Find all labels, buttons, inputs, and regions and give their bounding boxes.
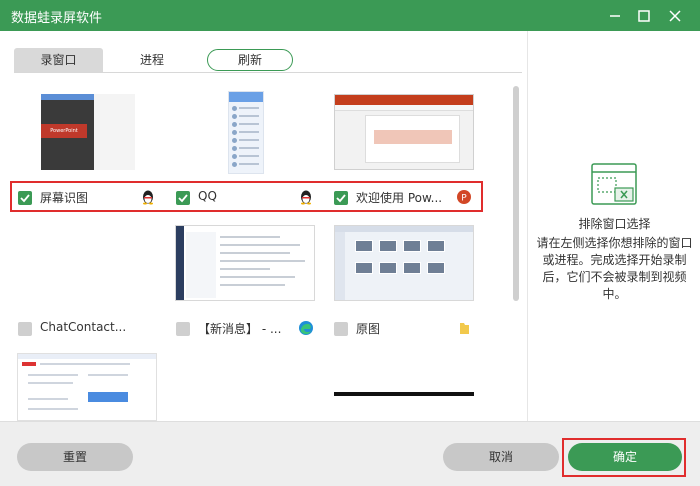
thumbnail-tile: [355, 240, 373, 252]
thumbnail-row: [232, 138, 262, 143]
thumbnail-tile: [403, 262, 421, 274]
refresh-button[interactable]: 刷新: [207, 49, 293, 71]
window-thumbnail-new-message[interactable]: [175, 225, 315, 301]
thumbnail-row: [232, 146, 262, 151]
thumbnail-row: [232, 162, 262, 167]
exclude-window-icon: [591, 163, 637, 205]
minimize-icon: [610, 14, 620, 17]
window-item-screen-recognition[interactable]: 屏幕识图: [18, 186, 158, 210]
thumbnail-list: [186, 232, 216, 298]
thumbnail-body: [220, 232, 310, 298]
window-item-label: 屏幕识图: [40, 191, 89, 205]
window-thumbnail-screen-recognition[interactable]: PowerPoint: [41, 94, 135, 170]
check-icon: [178, 194, 188, 203]
scrollbar-thumb[interactable]: [513, 86, 519, 301]
checkbox-unchecked[interactable]: [18, 322, 32, 336]
thumbnail-row: [232, 154, 262, 159]
app-window: 数据蛙录屏软件 录窗口 进程 刷新 PowerPoint 屏幕识图 QQ 欢迎使…: [0, 0, 700, 486]
thumbnail-slide: [365, 115, 460, 163]
thumbnail-tile: [427, 262, 445, 274]
checkbox-unchecked[interactable]: [334, 322, 348, 336]
cancel-button[interactable]: 取消: [443, 443, 559, 471]
edge-icon: [299, 321, 313, 335]
window-title: 数据蛙录屏软件: [11, 11, 103, 26]
ok-button[interactable]: 确定: [568, 443, 682, 471]
window-item-new-message[interactable]: 【新消息】 - ...: [176, 317, 316, 341]
thumbnail-toolbar: [335, 226, 473, 232]
thumbnail-row: [232, 130, 262, 135]
thumbnail-tile: [403, 240, 421, 252]
thumbnail-tile: [427, 240, 445, 252]
minimize-button[interactable]: [599, 0, 631, 31]
window-item-original-image[interactable]: 原图: [334, 317, 474, 341]
checkbox-unchecked[interactable]: [176, 322, 190, 336]
thumbnail-sidebar: [176, 226, 184, 300]
thumbnail-tile: [379, 240, 397, 252]
thumbnail-ribbon: [335, 95, 473, 105]
powerpoint-icon: P: [457, 190, 471, 204]
thumbnail-row: [232, 106, 262, 111]
bottom-action-bar: 重置 取消 确定: [0, 421, 700, 486]
svg-text:P: P: [461, 194, 467, 204]
window-thumbnail-qq[interactable]: [228, 91, 264, 174]
qq-penguin-icon: [143, 190, 153, 205]
window-item-label: 欢迎使用 Pow...: [356, 191, 443, 205]
window-item-label: 【新消息】 - ...: [198, 322, 282, 336]
maximize-button[interactable]: [628, 0, 660, 31]
title-bar: 数据蛙录屏软件: [0, 0, 700, 31]
close-icon: [669, 9, 681, 22]
window-thumbnail-blank[interactable]: [334, 353, 474, 397]
folder-icon: [460, 323, 469, 334]
window-item-label: QQ: [198, 189, 217, 203]
maximize-icon: [638, 9, 650, 22]
tab-process[interactable]: 进程: [122, 48, 182, 72]
window-thumbnail-original-image[interactable]: [334, 225, 474, 301]
close-button[interactable]: [659, 0, 691, 31]
thumbnail-row: [232, 114, 262, 119]
thumbnail-bar: [334, 392, 474, 396]
thumbnail-tile: [355, 262, 373, 274]
checkbox-checked[interactable]: [334, 191, 348, 205]
checkbox-checked[interactable]: [18, 191, 32, 205]
window-item-label: ChatContact...: [40, 320, 127, 334]
thumbnail-sidebar: [335, 232, 345, 300]
tab-record-window[interactable]: 录窗口: [14, 48, 103, 72]
exclude-panel-title: 排除窗口选择: [578, 217, 651, 231]
thumbnail-header: [229, 92, 263, 102]
thumbnail-sidepanel: [94, 94, 135, 170]
window-thumbnail-browser[interactable]: [17, 353, 157, 421]
window-thumbnail-powerpoint[interactable]: [334, 94, 474, 170]
window-item-label: 原图: [356, 322, 381, 336]
thumbnail-banner: [88, 392, 128, 402]
thumbnail-toolbar: [335, 105, 473, 111]
tab-divider: [14, 72, 522, 73]
window-item-powerpoint[interactable]: 欢迎使用 Pow... P: [334, 186, 474, 210]
reset-button[interactable]: 重置: [17, 443, 133, 471]
window-item-qq[interactable]: QQ: [176, 186, 316, 210]
exclude-info-panel: 排除窗口选择 请在左侧选择你想排除的窗口或进程。完成选择开始录制后，它们不会被录…: [527, 31, 700, 421]
check-icon: [20, 194, 30, 203]
thumbnail-header: [18, 354, 156, 359]
thumbnail-ppt-label: PowerPoint: [41, 124, 87, 138]
check-icon: [336, 194, 346, 203]
exclude-panel-description: 请在左侧选择你想排除的窗口或进程。完成选择开始录制后，它们不会被录制到视频中。: [536, 236, 693, 301]
qq-penguin-icon: [301, 190, 311, 205]
checkbox-checked[interactable]: [176, 191, 190, 205]
thumbnail-row: [232, 122, 262, 127]
window-item-chatcontact[interactable]: ChatContact...: [18, 317, 158, 341]
thumbnail-tile: [379, 262, 397, 274]
thumbnail-logo: [22, 362, 36, 366]
